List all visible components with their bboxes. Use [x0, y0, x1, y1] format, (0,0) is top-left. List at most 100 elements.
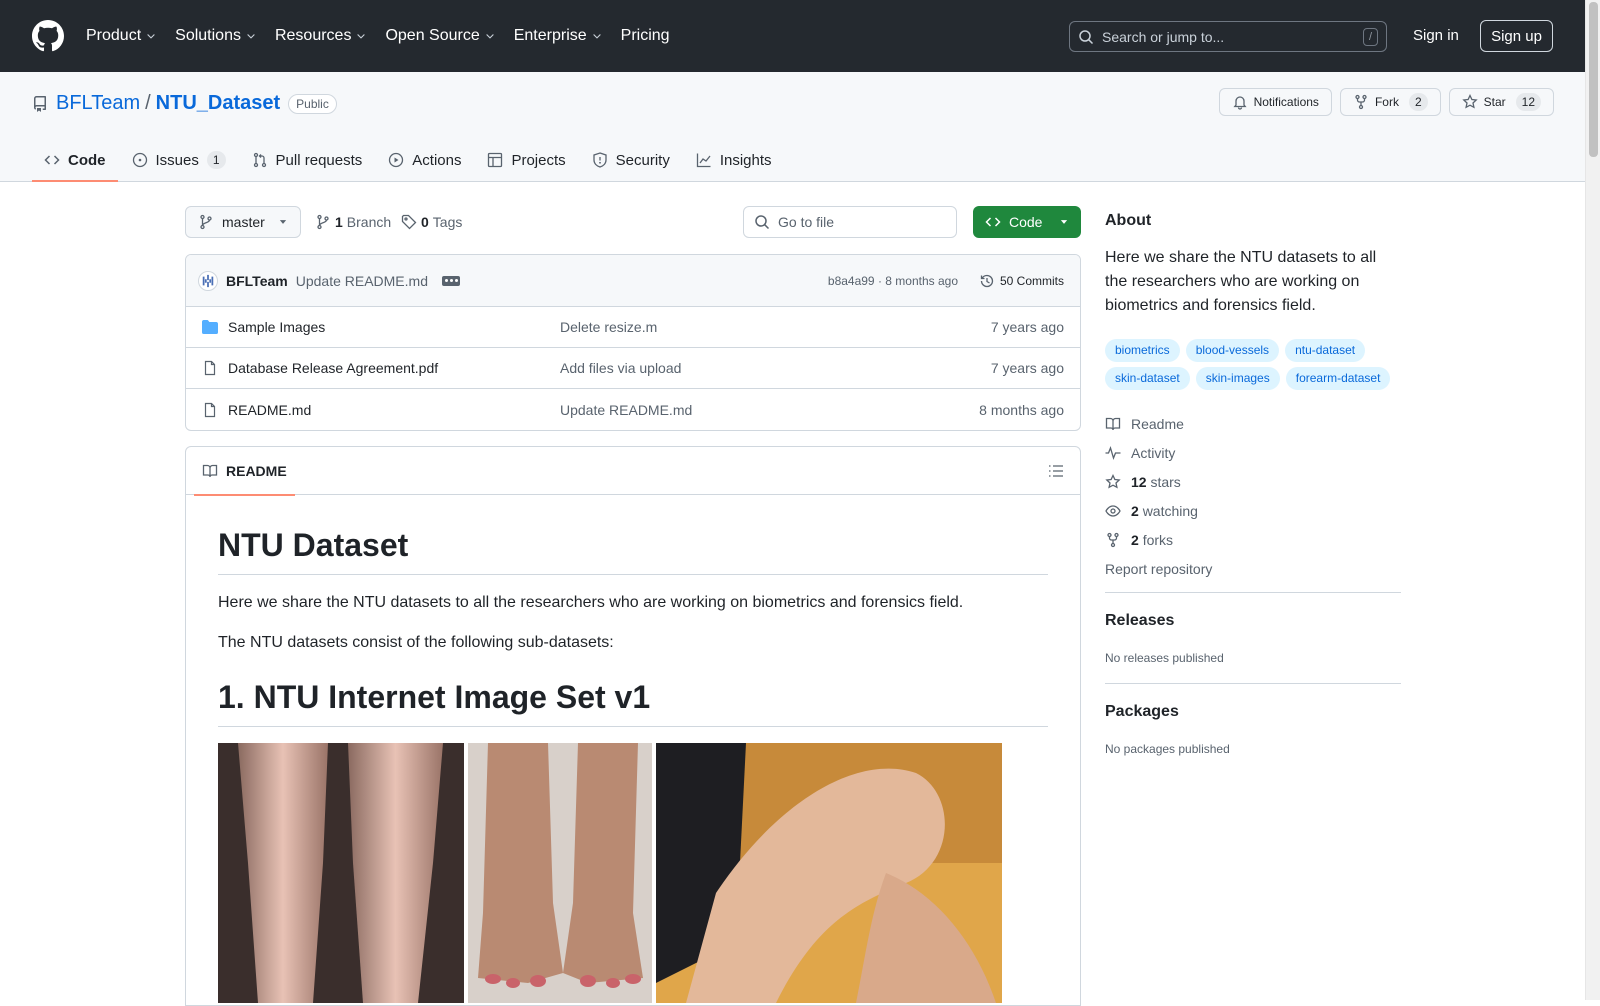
- outline-list-icon[interactable]: [1048, 463, 1064, 479]
- file-commit-message[interactable]: Update README.md: [560, 402, 692, 418]
- readme-title: NTU Dataset: [218, 527, 1048, 575]
- fork-icon: [1107, 532, 1119, 547]
- forks-label: forks: [1142, 531, 1174, 548]
- topic-tag[interactable]: skin-images: [1195, 367, 1280, 390]
- tag-icon: [401, 214, 417, 230]
- pull-request-icon: [253, 152, 266, 168]
- nav-solutions[interactable]: Solutions: [175, 27, 257, 45]
- code-icon: [985, 217, 1001, 227]
- github-logo-icon[interactable]: [32, 20, 64, 52]
- branch-select-button[interactable]: master: [185, 206, 301, 238]
- scrollbar-thumb[interactable]: [1589, 2, 1598, 157]
- nav-label: Product: [86, 27, 142, 44]
- topic-tag[interactable]: biometrics: [1105, 339, 1180, 362]
- chevron-down-icon: [592, 34, 601, 39]
- tab-insights[interactable]: Insights: [684, 138, 784, 182]
- topic-tag[interactable]: forearm-dataset: [1285, 367, 1391, 390]
- readme-section-heading: 1. NTU Internet Image Set v1: [218, 679, 1048, 727]
- tag-count: 0: [421, 214, 429, 230]
- file-row-readme[interactable]: README.md Update README.md 8 months ago: [186, 389, 1080, 430]
- commit-details-toggle[interactable]: [442, 275, 460, 286]
- repo-owner-link[interactable]: BFLTeam: [56, 92, 140, 115]
- issues-count: 1: [206, 151, 226, 169]
- stars-link[interactable]: 12 stars: [1105, 467, 1401, 496]
- readme-tab[interactable]: README: [194, 447, 295, 496]
- chevron-down-icon: [357, 34, 366, 39]
- tab-actions[interactable]: Actions: [376, 138, 473, 182]
- tab-security[interactable]: Security: [580, 138, 682, 182]
- history-icon: [980, 274, 994, 287]
- packages-heading[interactable]: Packages: [1105, 703, 1179, 721]
- tab-label: Insights: [719, 151, 772, 169]
- file-name[interactable]: README.md: [228, 402, 311, 418]
- sign-in-link[interactable]: Sign in: [1413, 27, 1459, 44]
- code-icon: [44, 155, 60, 165]
- issue-opened-icon: [132, 152, 147, 168]
- tags-link[interactable]: 0 Tags: [401, 214, 462, 230]
- tab-projects[interactable]: Projects: [475, 138, 577, 182]
- readme-paragraph: The NTU datasets consist of the followin…: [218, 634, 614, 651]
- repo-name-link[interactable]: NTU_Dataset: [156, 92, 280, 115]
- tab-pull-requests[interactable]: Pull requests: [240, 138, 375, 182]
- fork-count: 2: [1408, 93, 1428, 111]
- fork-button[interactable]: Fork 2: [1339, 88, 1441, 116]
- readme-link[interactable]: Readme: [1105, 409, 1401, 438]
- nav-enterprise[interactable]: Enterprise: [514, 27, 603, 45]
- file-commit-message[interactable]: Add files via upload: [560, 360, 681, 376]
- commits-history-link[interactable]: 50 Commits: [979, 273, 1064, 289]
- topic-tag[interactable]: skin-dataset: [1105, 367, 1190, 390]
- file-row-release-agreement[interactable]: Database Release Agreement.pdf Add files…: [186, 348, 1080, 389]
- nav-label: Open Source: [385, 27, 480, 44]
- star-label: Star: [1483, 95, 1506, 109]
- global-search-input[interactable]: Search or jump to... /: [1069, 21, 1387, 52]
- page-scrollbar[interactable]: [1585, 0, 1600, 1000]
- releases-empty-text: No releases published: [1105, 651, 1224, 665]
- nav-resources[interactable]: Resources: [275, 27, 367, 45]
- folder-icon: [202, 320, 218, 334]
- topic-tag[interactable]: ntu-dataset: [1285, 339, 1366, 362]
- sign-up-button[interactable]: Sign up: [1480, 20, 1553, 52]
- watching-link[interactable]: 2 watching: [1105, 496, 1401, 525]
- forks-count: 2: [1131, 531, 1139, 548]
- tab-label: Projects: [511, 151, 566, 169]
- fork-label: Fork: [1374, 95, 1399, 109]
- activity-link[interactable]: Activity: [1105, 438, 1401, 467]
- avatar[interactable]: [198, 270, 218, 291]
- commit-message[interactable]: Update README.md: [296, 273, 428, 289]
- releases-heading[interactable]: Releases: [1105, 612, 1174, 630]
- chevron-down-icon: [485, 34, 494, 39]
- file-name[interactable]: Database Release Agreement.pdf: [228, 360, 438, 376]
- star-button[interactable]: Star 12: [1448, 88, 1554, 116]
- eye-icon: [1105, 504, 1121, 517]
- repo-header: BFLTeam / NTU_Dataset Public Notificatio…: [0, 72, 1585, 182]
- nav-open-source[interactable]: Open Source: [385, 27, 495, 45]
- forks-link[interactable]: 2 forks: [1105, 525, 1401, 554]
- tab-code[interactable]: Code: [32, 138, 118, 182]
- search-icon: [1079, 29, 1094, 44]
- team-avatar-icon: [202, 274, 214, 287]
- topic-tag[interactable]: blood-vessels: [1185, 339, 1280, 362]
- tab-label: Actions: [412, 151, 462, 169]
- code-dropdown-button[interactable]: Code: [973, 206, 1081, 238]
- file-name[interactable]: Sample Images: [228, 319, 325, 335]
- code-button-label: Code: [1009, 214, 1043, 230]
- nav-label: Solutions: [175, 27, 241, 44]
- leg-skin-image: [656, 743, 1002, 1003]
- file-row-sample-images[interactable]: Sample Images Delete resize.m 7 years ag…: [186, 307, 1080, 348]
- caret-down-icon: [1060, 220, 1068, 224]
- tab-issues[interactable]: Issues 1: [120, 138, 238, 182]
- commit-author[interactable]: BFLTeam: [226, 273, 288, 289]
- readme-header: README: [186, 447, 1080, 496]
- report-repository-link[interactable]: Report repository: [1105, 554, 1401, 583]
- global-nav: Product Solutions Resources Open Source …: [86, 27, 688, 45]
- notifications-button[interactable]: Notifications: [1218, 88, 1332, 116]
- caret-down-icon: [279, 220, 287, 224]
- play-icon: [389, 152, 404, 168]
- commit-hash-time[interactable]: b8a4a99 · 8 months ago: [828, 274, 958, 288]
- nav-product[interactable]: Product: [86, 27, 157, 45]
- nav-pricing[interactable]: Pricing: [621, 27, 670, 45]
- branches-link[interactable]: 1 Branch: [315, 214, 391, 230]
- go-to-file-input[interactable]: Go to file: [743, 206, 957, 238]
- file-commit-message[interactable]: Delete resize.m: [560, 319, 657, 335]
- sample-image-row: [218, 743, 1048, 1003]
